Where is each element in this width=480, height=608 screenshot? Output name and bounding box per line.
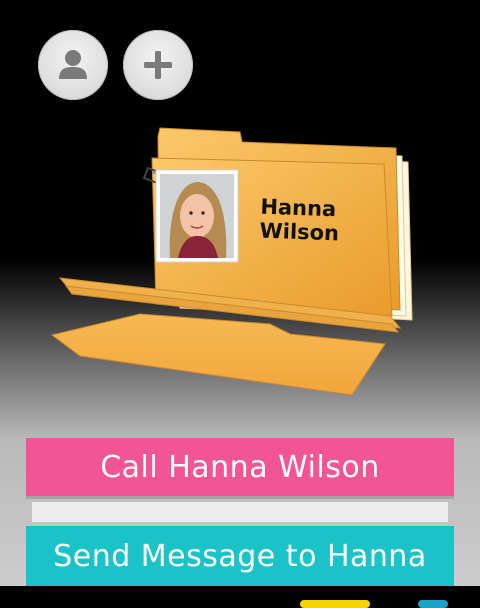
- call-button-label: Call Hanna Wilson: [100, 449, 380, 485]
- send-message-button[interactable]: Send Message to Hanna: [26, 526, 454, 586]
- person-icon: [59, 50, 87, 79]
- bottom-yellow-indicator: [300, 600, 370, 608]
- contact-last-name: Wilson: [259, 218, 340, 246]
- plus-icon: [144, 51, 172, 79]
- folder-illustration: [50, 127, 413, 396]
- call-contact-button[interactable]: Call Hanna Wilson: [26, 438, 454, 496]
- contact-card[interactable]: Hanna Wilson: [40, 120, 440, 410]
- bottom-edge: [0, 586, 480, 605]
- contact-photo: [155, 169, 239, 263]
- add-contact-button[interactable]: [123, 30, 193, 100]
- contacts-button[interactable]: [38, 30, 108, 100]
- contact-name: Hanna Wilson: [259, 195, 340, 246]
- divider: [32, 502, 448, 522]
- contact-first-name: Hanna: [260, 194, 337, 222]
- bottom-blue-indicator: [418, 600, 448, 608]
- message-button-label: Send Message to Hanna: [53, 538, 427, 574]
